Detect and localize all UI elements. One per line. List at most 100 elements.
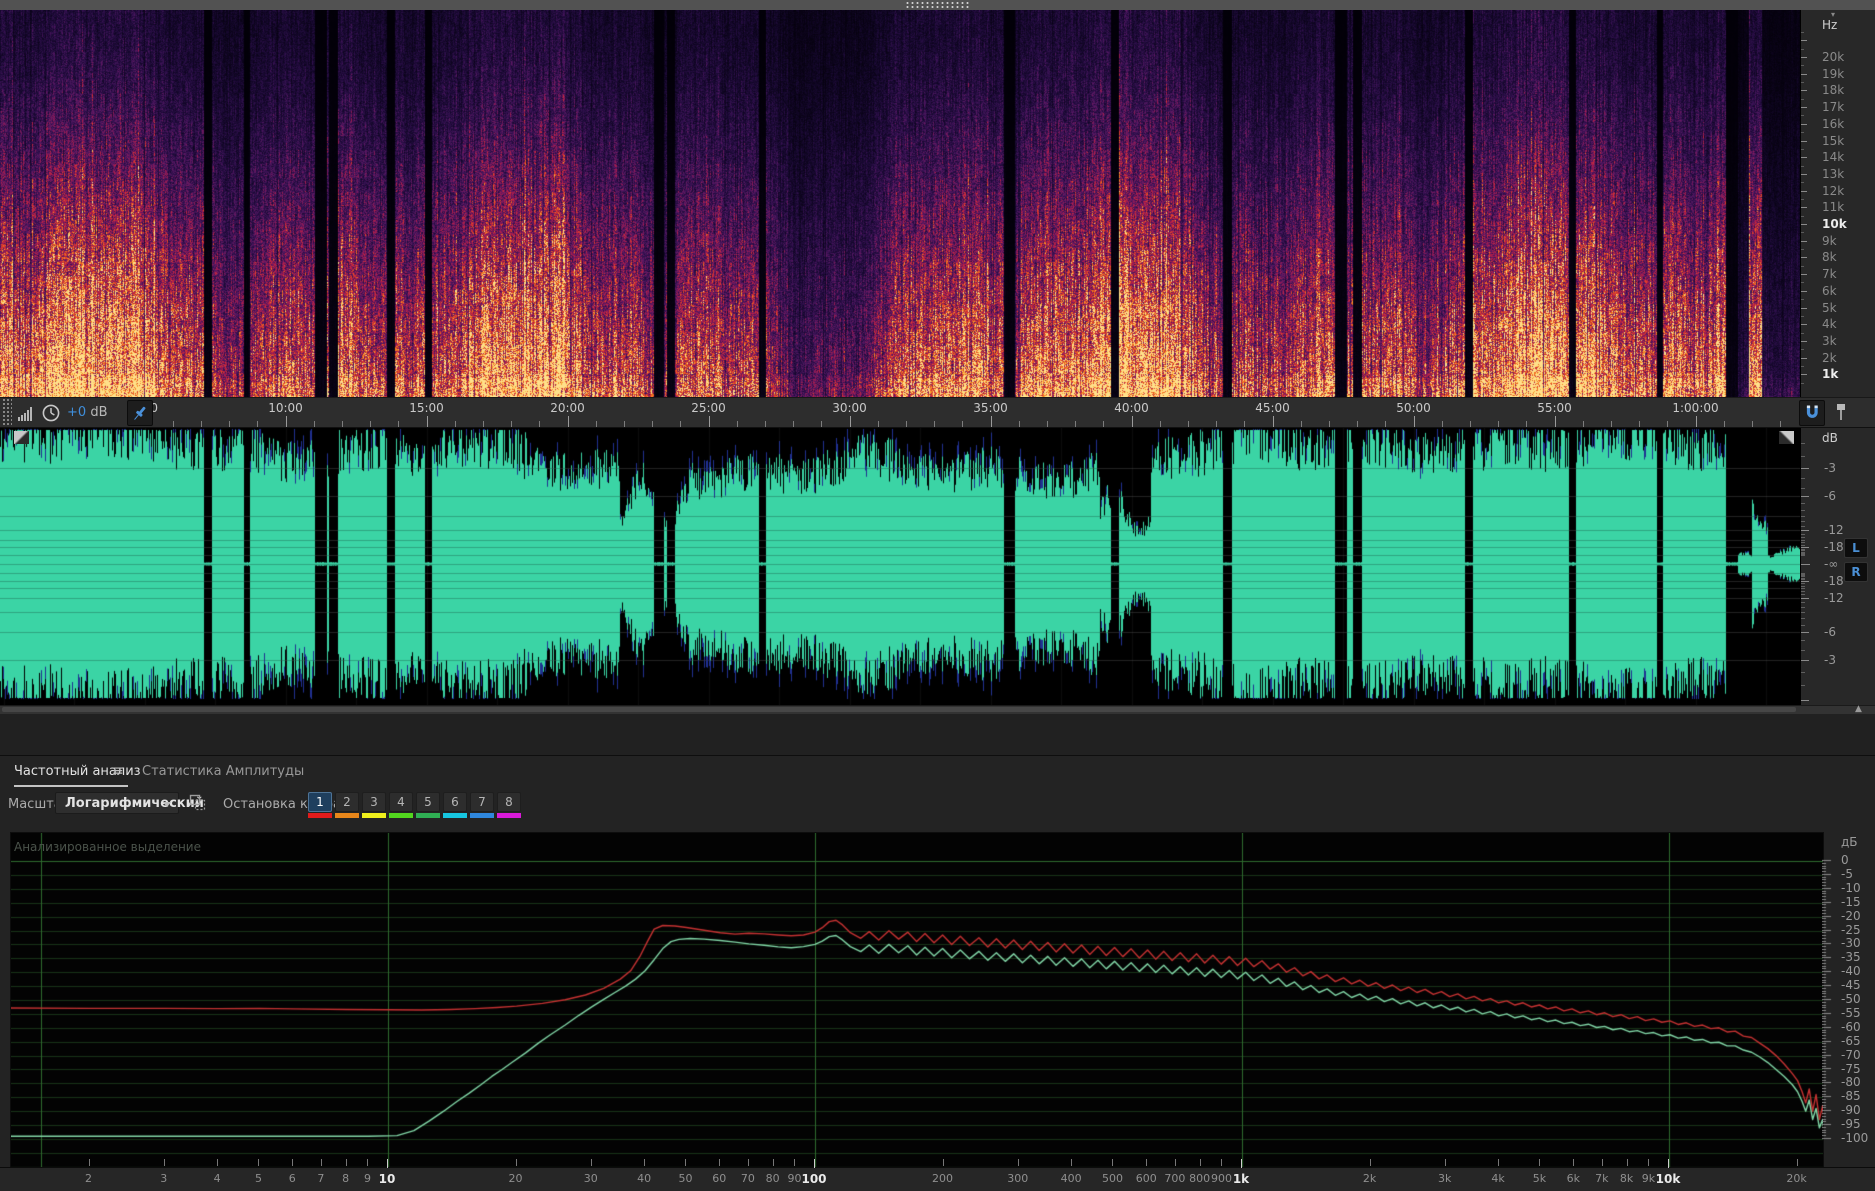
plot-x-tick: [217, 1159, 219, 1166]
wave-db-tick: [1801, 700, 1809, 701]
hold-color-bar-6: [443, 813, 467, 818]
hz-scale-tick: [1801, 365, 1804, 367]
wave-db-tick: [1801, 478, 1805, 480]
plot-x-tick: [1444, 1159, 1446, 1166]
hold-color-bar-1: [308, 813, 332, 818]
hz-scale-label: 19k: [1822, 66, 1845, 81]
db-readout[interactable]: +0 dB: [67, 405, 107, 420]
panel-corner-handle-left[interactable]: [14, 431, 29, 444]
plot-db-unit-label: дБ: [1841, 835, 1858, 849]
wave-db-tick: [1801, 649, 1805, 651]
ruler-minute-tick: [426, 416, 428, 427]
ruler-minute-tick: [1357, 421, 1359, 427]
plot-db-label: -40: [1841, 964, 1861, 979]
plot-x-tick: [1796, 1159, 1798, 1166]
wave-db-label: -18: [1824, 539, 1844, 554]
ruler-minute-tick: [1639, 421, 1641, 427]
hold-button-6[interactable]: 6: [443, 792, 467, 812]
wave-db-tick: [1801, 503, 1805, 505]
wave-db-tick: [1801, 594, 1805, 596]
hold-color-bar-8: [497, 813, 521, 818]
wave-db-tick: [1801, 576, 1805, 578]
hz-scale-tick: [1801, 324, 1807, 326]
plot-x-label: 5k: [1532, 1172, 1547, 1185]
ruler-minute-tick: [1328, 421, 1330, 427]
hz-scale-tick: [1801, 31, 1804, 33]
ruler-time-label: 45:00: [1255, 401, 1290, 415]
horizontal-scrollbar-thumb[interactable]: [2, 707, 1796, 712]
frequency-plot[interactable]: [10, 832, 1824, 1169]
wave-db-tick: [1801, 581, 1809, 583]
plot-x-label: 300: [1007, 1172, 1029, 1185]
hold-button-4[interactable]: 4: [389, 792, 413, 812]
hz-scale-tick: [1801, 115, 1804, 117]
drag-handle-dots-icon[interactable]: [905, 1, 971, 9]
ruler-minute-tick: [1018, 421, 1020, 427]
hold-button-3[interactable]: 3: [362, 792, 386, 812]
scale-dropdown[interactable]: Логарифмический: [55, 792, 204, 814]
hz-scale-label: 15k: [1822, 133, 1845, 148]
panel-menu-icon[interactable]: ≡: [112, 763, 124, 779]
hz-scale-tick: [1801, 182, 1804, 184]
plot-x-tick: [88, 1159, 90, 1166]
wave-db-tick: [1801, 544, 1805, 546]
ruler-minute-tick: [1300, 421, 1302, 427]
wave-db-tick: [1801, 612, 1805, 614]
ruler-minute-tick: [1187, 421, 1189, 427]
panel-grip-icon[interactable]: [2, 398, 12, 427]
pin-playhead-button[interactable]: [127, 399, 154, 426]
plot-x-tick: [1241, 1159, 1242, 1168]
hz-scale-label: 20k: [1822, 50, 1845, 64]
wave-db-tick: [1801, 495, 1809, 497]
ruler-minute-tick: [1695, 416, 1697, 427]
hold-button-8[interactable]: 8: [497, 792, 521, 812]
wave-db-tick: [1801, 573, 1805, 575]
plot-x-label: 100: [801, 1172, 827, 1186]
plot-db-label: -25: [1841, 922, 1861, 937]
ruler-minute-tick: [257, 421, 259, 427]
tab-amplitude-statistics[interactable]: Статистика Амплитуды: [142, 764, 304, 779]
ruler-minute-tick: [285, 416, 287, 427]
ruler-time-label: 50:00: [1396, 401, 1431, 415]
wave-db-tick: [1801, 515, 1805, 517]
clock-icon[interactable]: [41, 403, 61, 423]
plot-x-label: 6: [288, 1172, 296, 1185]
hz-scale-tick: [1801, 224, 1807, 225]
plot-x-tick: [644, 1159, 646, 1166]
plot-x-label: 3k: [1438, 1172, 1452, 1185]
wave-db-tick: [1801, 542, 1805, 544]
channel-badge-l[interactable]: L: [1844, 538, 1868, 558]
levels-meter-icon[interactable]: [18, 404, 35, 422]
ruler-minute-tick: [1075, 421, 1077, 427]
channel-badge-r[interactable]: R: [1844, 562, 1868, 582]
hold-button-1[interactable]: 1: [308, 792, 332, 812]
panel-drag-bar[interactable]: [0, 0, 1875, 10]
hold-button-7[interactable]: 7: [470, 792, 494, 812]
spectrogram-canvas[interactable]: [0, 10, 1800, 397]
plot-db-label: -75: [1841, 1061, 1861, 1076]
plot-x-label: 600: [1135, 1172, 1157, 1185]
hold-button-2[interactable]: 2: [335, 792, 359, 812]
ruler-minute-tick: [370, 421, 372, 427]
plot-x-label: 9: [363, 1172, 371, 1185]
timeline-ruler[interactable]: +0 dB 5:0010:0015:: [0, 397, 1875, 428]
plot-db-label: -15: [1841, 894, 1861, 909]
ruler-minute-tick: [511, 421, 513, 427]
magnet-icon: [1806, 405, 1818, 418]
hold-button-5[interactable]: 5: [416, 792, 440, 812]
marker-pin-icon[interactable]: [1831, 402, 1851, 424]
wave-db-label: -∞: [1824, 557, 1839, 571]
ruler-minute-tick: [172, 421, 174, 427]
panel-corner-handle-right[interactable]: [1779, 431, 1794, 444]
hz-scale-tick: [1801, 332, 1804, 334]
ruler-minute-tick: [1413, 416, 1415, 427]
waveform-canvas[interactable]: [0, 428, 1800, 705]
ruler-minute-tick: [313, 421, 315, 427]
wave-db-tick: [1801, 525, 1805, 527]
scroll-up-icon[interactable]: ▲: [1855, 704, 1862, 714]
plot-db-label: -35: [1841, 950, 1861, 965]
copy-graph-icon[interactable]: [189, 794, 207, 812]
hz-scale-tick: [1801, 198, 1804, 200]
snapping-button[interactable]: [1799, 400, 1825, 426]
plot-db-label: -20: [1841, 908, 1861, 923]
